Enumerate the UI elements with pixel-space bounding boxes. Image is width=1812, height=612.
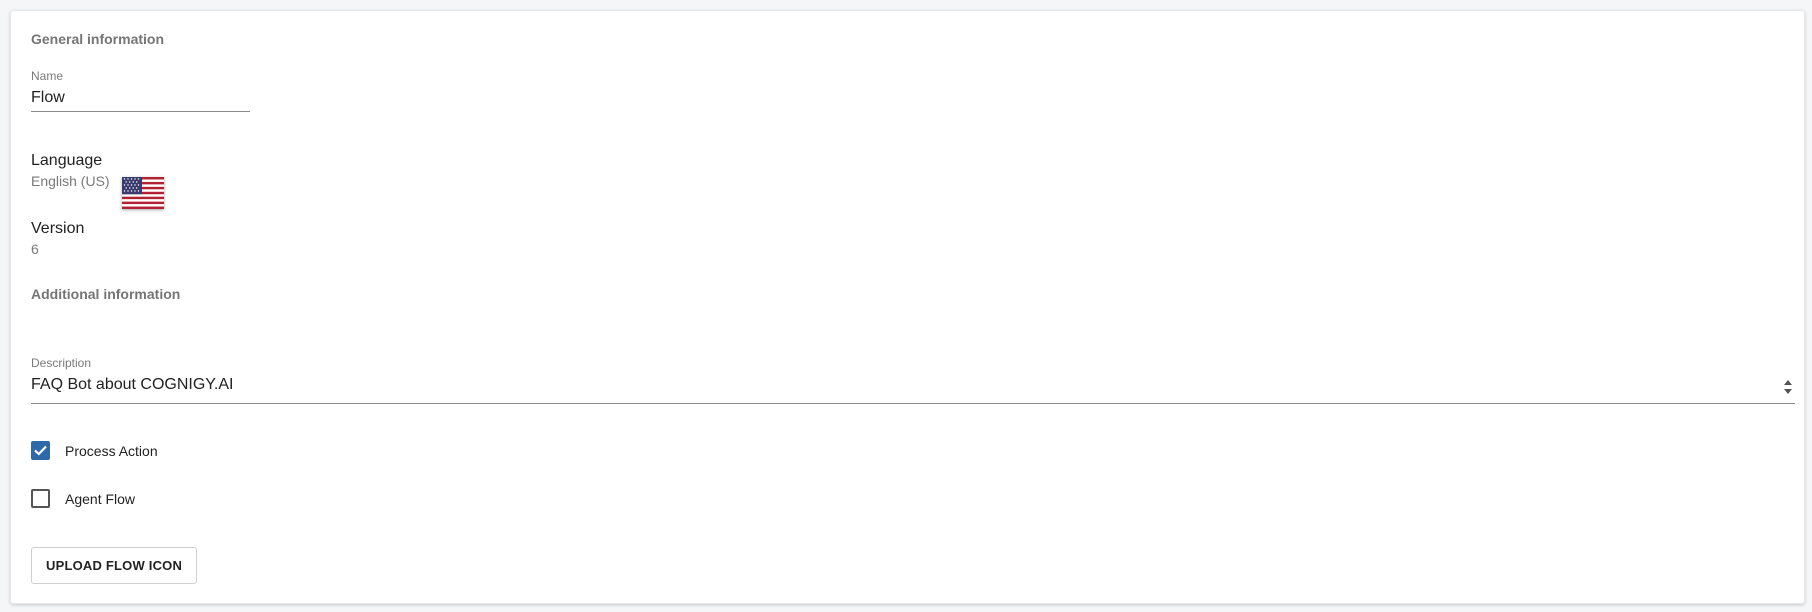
name-field-label: Name <box>31 69 64 83</box>
upload-flow-icon-button[interactable]: UPLOAD FLOW ICON <box>31 547 198 584</box>
agent-flow-checkbox-row[interactable]: Agent Flow <box>31 489 135 508</box>
general-information-heading: General information <box>31 31 165 47</box>
version-value: 6 <box>31 241 39 257</box>
resize-spinner-icon[interactable] <box>1783 378 1793 396</box>
version-label: Version <box>31 220 85 237</box>
language-label: Language <box>31 152 103 169</box>
checkmark-icon <box>34 445 47 456</box>
description-textarea[interactable]: FAQ Bot about COGNIGY.AI <box>31 376 1795 400</box>
name-input[interactable] <box>31 89 250 112</box>
description-field: FAQ Bot about COGNIGY.AI <box>31 376 1795 404</box>
language-value: English (US) <box>31 173 110 189</box>
process-action-label: Process Action <box>65 442 158 459</box>
agent-flow-label: Agent Flow <box>65 490 136 507</box>
agent-flow-checkbox[interactable] <box>31 489 50 508</box>
additional-information-heading: Additional information <box>31 286 181 302</box>
process-action-checkbox-row[interactable]: Process Action <box>31 441 158 460</box>
process-action-checkbox[interactable] <box>31 441 50 460</box>
description-field-label: Description <box>31 356 92 370</box>
us-flag-icon <box>122 177 164 209</box>
flow-settings-card: General information Name Language Englis… <box>10 10 1805 604</box>
